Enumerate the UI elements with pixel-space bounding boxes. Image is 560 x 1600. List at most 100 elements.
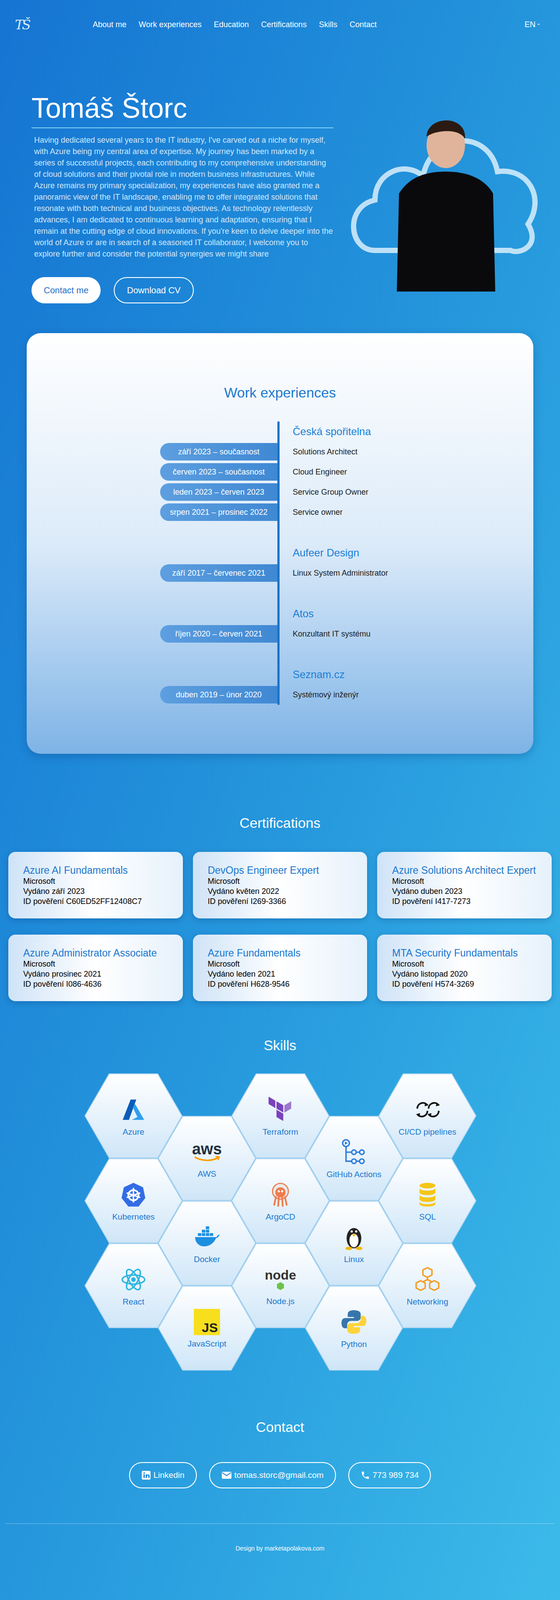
email-link[interactable]: tomas.storc@gmail.com [209,1461,336,1488]
contact-label[interactable]: tomas.storc@gmail.com [234,1468,324,1481]
python-icon [340,1307,368,1335]
top-nav: TŠ About me Work experiences Education Cert… [0,0,560,49]
timeline-spacer [160,643,534,665]
certification-card: Azure Solutions Architect ExpertMicrosof… [377,851,552,918]
icon-mark: JS [201,1320,218,1334]
certification-date: Vydáno září 2023 [23,885,168,896]
caret-icon[interactable]: ⌄ [536,20,541,26]
language-switch[interactable]: EN ⌄ [524,18,541,31]
certifications: Certifications Azure AI FundamentalsMicr… [0,812,560,1001]
certification-name: MTA Security Fundamentals [392,946,537,959]
hero-text: Tomáš Štorc Having dedicated several yea… [31,90,334,304]
role-row: říjen 2020 – červen 2021Konzultant IT sy… [160,623,534,644]
skill-label: Networking [406,1295,448,1308]
skill-label: Docker [193,1252,221,1266]
skill-label: GitHub Actions [326,1167,382,1181]
hero-name: Tomáš Štorc [31,90,334,129]
skill-label: React [122,1295,145,1308]
hero: Tomáš Štorc Having dedicated several yea… [0,49,560,304]
company-name: Seznam.cz [277,664,345,685]
aws-icon: aws [192,1138,222,1165]
phone-icon [360,1469,371,1480]
period-pill: srpen 2021 – prosinec 2022 [160,503,278,521]
certification-issuer: Microsoft [207,958,353,969]
icon-mark: node [264,1267,297,1281]
company-row: Aufeer Design [160,542,534,563]
nav-item[interactable]: Work experiences [138,18,202,31]
certification-issuer: Microsoft [23,958,168,969]
nav-item[interactable]: Skills [318,18,338,31]
javascript-icon: JS [193,1308,221,1335]
profile-photo [344,105,546,292]
nav-item[interactable]: About me [92,18,127,31]
period-pill: září 2017 – červenec 2021 [160,563,278,582]
timeline: Česká spořitelnazáří 2023 – současnostSo… [160,421,534,705]
skill-label: Node.js [266,1294,295,1308]
role-row: duben 2019 – únor 2020Systémový inženýr [160,684,534,705]
certification-date: Vydáno prosinec 2021 [23,968,168,979]
linkedin-link[interactable]: Linkedin [129,1461,197,1488]
certification-id: ID pověření C60ED52FF12408C7 [23,896,168,907]
contact-label[interactable]: Linkedin [153,1468,185,1481]
terraform-icon [266,1095,294,1123]
period-pill: červen 2023 – současnost [160,462,278,481]
kubernetes-icon [119,1180,147,1208]
certification-name: Azure Solutions Architect Expert [392,863,537,876]
certification-date: Vydáno listopad 2020 [392,968,537,979]
skill-label: Azure [122,1125,145,1138]
nodejs-icon: node [264,1265,297,1292]
company-row: Seznam.cz [160,664,534,685]
certification-card: MTA Security FundamentalsMicrosoftVydáno… [377,934,552,1001]
certification-date: Vydáno květen 2022 [207,885,353,896]
role-title: Konzultant IT systému [277,623,371,644]
timeline-spacer [160,582,534,604]
nav-item[interactable]: Contact [349,18,377,31]
certification-name: Azure Administrator Associate [23,946,168,959]
period-pill: duben 2019 – únor 2020 [160,685,278,704]
hero-buttons: Contact me Download CV [31,276,334,304]
contact: Contact Linkedin tomas.storc@gmail.com 773… [0,1415,560,1488]
skills: Skills AzureKubernetesReactawsAWSDockerJ… [0,1034,560,1370]
period-pill: září 2023 – současnost [160,442,278,461]
contact-button[interactable]: Contact me [31,276,101,304]
certification-issuer: Microsoft [392,958,537,969]
skill-label: Python [340,1337,367,1351]
role-row: září 2023 – současnostSolutions Architec… [160,441,534,462]
azure-icon [119,1095,147,1123]
download-cv-button[interactable]: Download CV [113,276,194,304]
role-row: srpen 2021 – prosinec 2022Service owner [160,501,534,522]
role-title: Solutions Architect [277,441,358,462]
footer-credit[interactable]: Design by marketapolakova.com [235,1543,325,1551]
skill-label: JavaScript [187,1337,227,1350]
section-title: Contact [0,1415,560,1437]
certification-issuer: Microsoft [23,875,168,886]
certification-date: Vydáno leden 2021 [207,968,353,979]
role-title: Service owner [277,501,343,522]
skill-label: Kubernetes [112,1210,155,1223]
logo[interactable]: TŠ [14,14,59,35]
photo-cloud-icon [344,105,546,292]
certification-id: ID pověření I417-7273 [392,896,537,907]
section-title: Work experiences [26,381,534,403]
certification-date: Vydáno duben 2023 [392,885,537,896]
linux-icon [340,1222,368,1250]
certification-id: ID pověření I269-3366 [207,896,353,907]
skill-label: Terraform [262,1125,298,1138]
skill-label: Linux [343,1252,364,1266]
nav-item[interactable]: Education [213,18,249,31]
certification-grid: Azure AI FundamentalsMicrosoftVydáno zář… [0,851,560,1001]
certification-id: ID pověření H628-9546 [207,978,353,989]
phone-link[interactable]: 773 989 734 [348,1461,432,1488]
timeline-spacer [160,521,534,543]
company-row: Česká spořitelna [160,421,534,442]
nav-item[interactable]: Certifications [261,18,307,31]
certification-card: Azure Administrator AssociateMicrosoftVy… [8,934,183,1001]
contact-label[interactable]: 773 989 734 [372,1468,420,1481]
role-row: červen 2023 – současnostCloud Engineer [160,461,534,482]
role-title: Cloud Engineer [277,461,347,482]
language-label[interactable]: EN [524,18,536,31]
networking-icon [413,1265,441,1293]
certification-card: Azure FundamentalsMicrosoftVydáno leden … [192,934,368,1001]
role-title: Systémový inženýr [277,684,359,705]
section-title: Certifications [0,812,560,833]
